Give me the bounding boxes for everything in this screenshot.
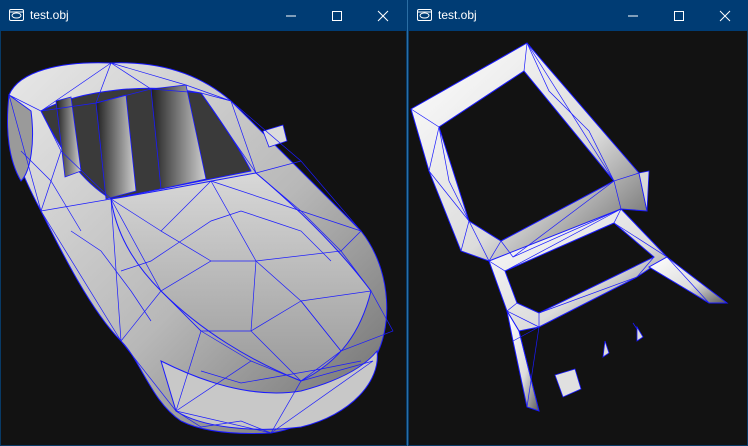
viewer-window-right: test.obj xyxy=(408,0,748,446)
window-title: test.obj xyxy=(30,8,69,22)
maximize-icon xyxy=(674,11,684,21)
window-title: test.obj xyxy=(438,8,477,22)
minimize-icon xyxy=(628,15,638,17)
viewer-window-left: test.obj xyxy=(0,0,407,446)
minimize-button[interactable] xyxy=(268,0,314,31)
close-button[interactable] xyxy=(360,0,406,31)
app-window-icon xyxy=(417,9,432,21)
minimize-icon xyxy=(286,15,296,17)
minimize-button[interactable] xyxy=(610,0,656,31)
render-viewport[interactable] xyxy=(409,31,747,445)
close-button[interactable] xyxy=(702,0,748,31)
maximize-button[interactable] xyxy=(314,0,360,31)
car-frame-render xyxy=(410,42,729,412)
close-icon xyxy=(377,10,389,22)
app-window-icon xyxy=(9,9,24,21)
maximize-button[interactable] xyxy=(656,0,702,31)
render-viewport[interactable] xyxy=(1,31,406,445)
title-bar[interactable]: test.obj xyxy=(408,0,748,31)
close-icon xyxy=(719,10,731,22)
title-bar[interactable]: test.obj xyxy=(0,0,407,31)
maximize-icon xyxy=(332,11,342,21)
car-model-render xyxy=(7,62,394,434)
